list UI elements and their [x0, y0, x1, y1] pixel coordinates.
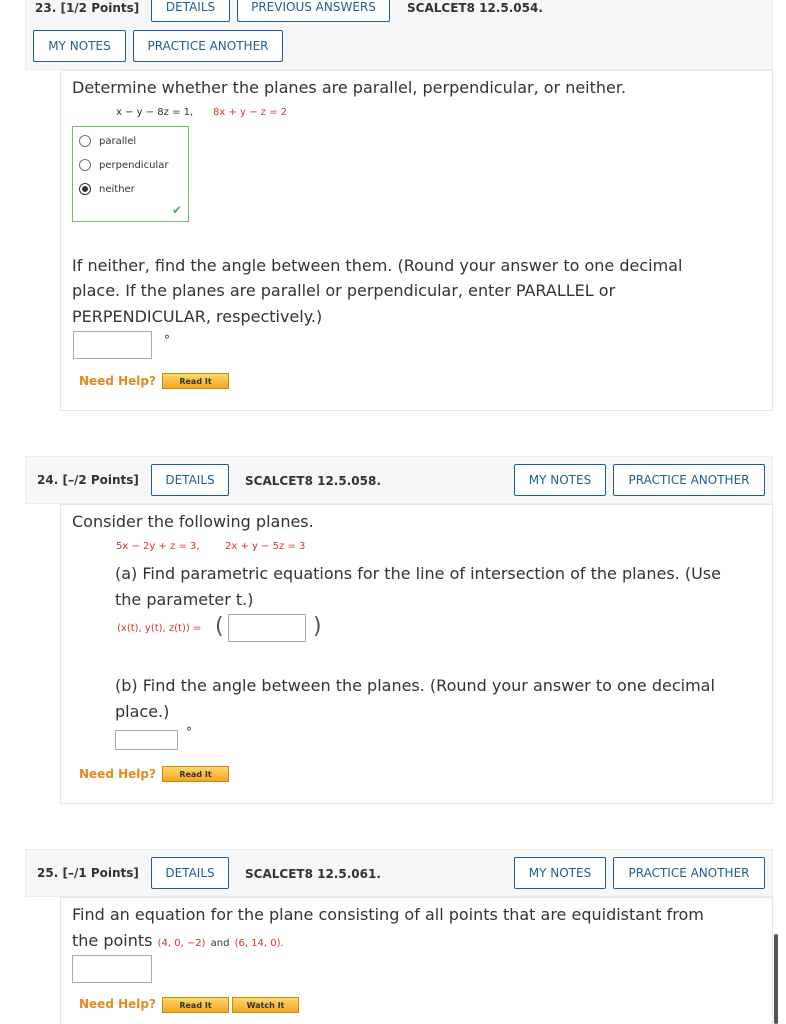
- q25-point-1: (4, 0, −2): [157, 938, 206, 949]
- q24-equation-2: 2x + y − 5z = 3: [225, 541, 306, 552]
- q23-part2-line3: PERPENDICULAR, respectively.): [72, 307, 323, 326]
- q23-choice-label: perpendicular: [99, 159, 169, 171]
- q23-body: [60, 70, 773, 411]
- q23-practice-another-button[interactable]: PRACTICE ANOTHER: [133, 30, 283, 62]
- q25-read-it-button[interactable]: Read It: [162, 997, 229, 1013]
- q23-prompt: Determine whether the planes are paralle…: [72, 78, 627, 97]
- q23-my-notes-button[interactable]: MY NOTES: [33, 30, 126, 62]
- q24-part-b-line2: place.): [115, 702, 170, 721]
- q23-number: 23. [1/2 Points]: [35, 1, 140, 15]
- q25-practice-another-button[interactable]: PRACTICE ANOTHER: [613, 857, 765, 889]
- q25-equation-input[interactable]: [72, 955, 152, 983]
- q23-choice-neither[interactable]: neither: [79, 183, 135, 195]
- q23-need-help-label: Need Help?: [79, 374, 156, 388]
- page-scrollbar[interactable]: [774, 934, 778, 1024]
- q23-equation-1: x − y − 8z = 1,: [116, 107, 194, 118]
- q25-prompt-line1: Find an equation for the plane consistin…: [72, 905, 704, 924]
- q25-watch-it-button[interactable]: Watch It: [232, 997, 299, 1013]
- q24-details-button[interactable]: DETAILS: [151, 464, 229, 496]
- q24-practice-another-button[interactable]: PRACTICE ANOTHER: [613, 464, 765, 496]
- q25-details-button[interactable]: DETAILS: [151, 857, 229, 889]
- q24-part-b-line1: (b) Find the angle between the planes. (…: [115, 676, 715, 695]
- q25-prompt-line2: the points (4, 0, −2) and (6, 14, 0).: [72, 928, 284, 956]
- q24-equation-1: 5x − 2y + z = 3,: [116, 541, 200, 552]
- q23-previous-answers-button[interactable]: PREVIOUS ANSWERS: [237, 0, 390, 22]
- q23-choice-group: parallel perpendicular neither ✔: [72, 126, 189, 222]
- q24-problem-code: SCALCET8 12.5.058.: [245, 474, 381, 488]
- radio-unselected-icon[interactable]: [79, 159, 91, 171]
- q24-degree-symbol: °: [186, 725, 192, 739]
- q25-number: 25. [–/1 Points]: [37, 866, 139, 880]
- q24-read-it-button[interactable]: Read It: [162, 766, 229, 782]
- q23-read-it-button[interactable]: Read It: [162, 373, 229, 389]
- q24-parametric-label: (x(t), y(t), z(t)) =: [117, 623, 202, 634]
- q24-my-notes-button[interactable]: MY NOTES: [514, 464, 606, 496]
- q24-part-a-line2: the parameter t.): [115, 590, 254, 609]
- q24-angle-input[interactable]: [115, 730, 178, 750]
- q23-problem-code: SCALCET8 12.5.054.: [407, 1, 543, 15]
- q24-need-help-label: Need Help?: [79, 767, 156, 781]
- q25-need-help-label: Need Help?: [79, 997, 156, 1011]
- q25-and-word: and: [210, 938, 230, 949]
- radio-selected-icon[interactable]: [79, 183, 91, 195]
- checkmark-icon: ✔: [171, 203, 182, 217]
- q23-choice-parallel[interactable]: parallel: [79, 135, 136, 147]
- q25-prompt-line2-text: the points: [72, 931, 153, 950]
- q23-part2-line1: If neither, find the angle between them.…: [72, 256, 683, 275]
- q24-number: 24. [–/2 Points]: [37, 473, 139, 487]
- q25-point-2: (6, 14, 0).: [234, 938, 284, 949]
- q23-degree-symbol: °: [164, 333, 170, 347]
- q23-choice-label: parallel: [99, 135, 137, 147]
- q24-left-paren: (: [215, 614, 224, 639]
- q23-equation-2: 8x + y − z = 2: [213, 107, 288, 118]
- q24-prompt: Consider the following planes.: [72, 512, 314, 531]
- radio-unselected-icon[interactable]: [79, 135, 91, 147]
- q23-details-button[interactable]: DETAILS: [151, 0, 230, 22]
- q23-angle-input[interactable]: [73, 331, 152, 359]
- q23-choice-perpendicular[interactable]: perpendicular: [79, 159, 168, 171]
- q23-part2-line2: place. If the planes are parallel or per…: [72, 281, 616, 300]
- q24-parametric-input[interactable]: [228, 614, 306, 642]
- q24-right-paren: ): [313, 614, 322, 639]
- q25-problem-code: SCALCET8 12.5.061.: [245, 867, 381, 881]
- q25-my-notes-button[interactable]: MY NOTES: [514, 857, 606, 889]
- q24-part-a-line1: (a) Find parametric equations for the li…: [115, 564, 721, 583]
- q23-choice-label: neither: [99, 183, 135, 195]
